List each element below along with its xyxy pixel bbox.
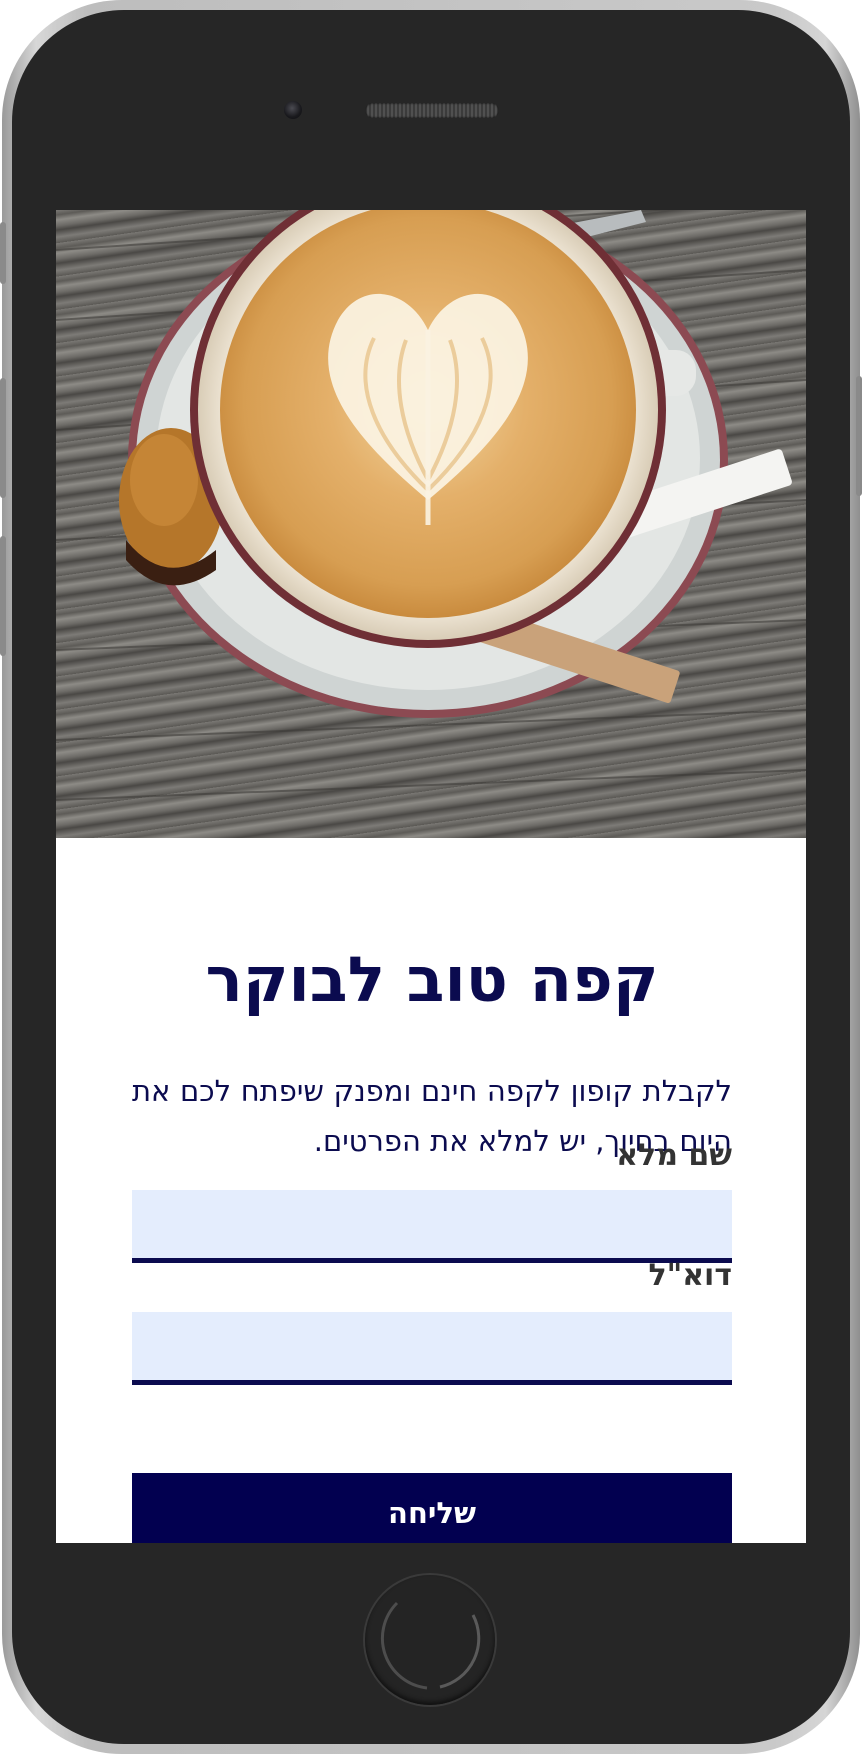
latte-art-coffee-cup-image — [56, 210, 806, 801]
page-title: קפה טוב לבוקר — [205, 943, 659, 1016]
power-button — [856, 376, 862, 496]
home-ring-icon — [380, 1601, 481, 1690]
submit-button[interactable]: שליחה — [132, 1473, 732, 1543]
email-field[interactable] — [132, 1312, 732, 1385]
mute-switch — [0, 222, 6, 284]
home-button[interactable] — [365, 1575, 495, 1705]
volume-down-button — [0, 536, 6, 656]
speaker-grille — [365, 103, 499, 118]
hero-image — [56, 210, 806, 838]
full-name-field[interactable] — [132, 1190, 732, 1263]
screen: קפה טוב לבוקר לקבלת קופון לקפה חינם ומפנ… — [56, 210, 806, 1543]
full-name-label: שם מלא — [616, 1138, 732, 1173]
front-camera-icon — [284, 101, 302, 119]
email-label: דוא"ל — [648, 1258, 732, 1293]
volume-up-button — [0, 378, 6, 498]
